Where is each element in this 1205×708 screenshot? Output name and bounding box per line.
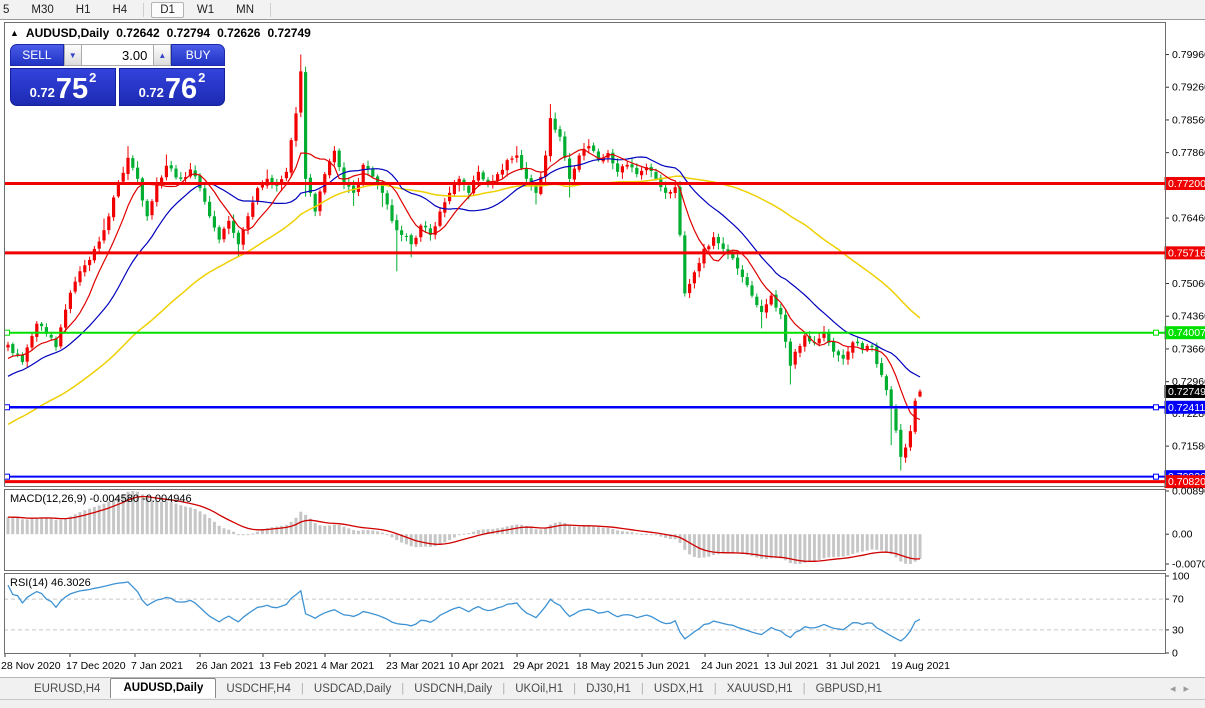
svg-text:24 Jun 2021: 24 Jun 2021 (701, 660, 759, 672)
svg-text:13 Feb 2021: 13 Feb 2021 (259, 660, 318, 672)
svg-text:28 Nov 2020: 28 Nov 2020 (1, 660, 61, 672)
volume-decrease-button[interactable]: ▼ (64, 44, 82, 66)
buy-price-box[interactable]: 0.72 76 2 (119, 68, 225, 106)
svg-text:29 Apr 2021: 29 Apr 2021 (513, 660, 570, 672)
tab-eurusd-h4[interactable]: EURUSD,H4 (24, 681, 110, 697)
svg-text:31 Jul 2021: 31 Jul 2021 (826, 660, 880, 672)
svg-text:0.72411: 0.72411 (1168, 402, 1205, 414)
svg-text:100: 100 (1172, 571, 1190, 583)
tab-ukoil-h1[interactable]: UKOil,H1 (505, 681, 573, 697)
one-click-trading-panel: SELL ▼ 3.00 ▲ BUY 0.72 75 2 0.72 76 2 (10, 44, 225, 106)
svg-text:0: 0 (1172, 648, 1178, 660)
hline-handle[interactable] (1154, 474, 1159, 479)
svg-text:19 Aug 2021: 19 Aug 2021 (891, 660, 950, 672)
svg-text:0.75716: 0.75716 (1168, 247, 1205, 259)
svg-text:0.78560: 0.78560 (1172, 114, 1205, 126)
buy-price-big: 76 (165, 76, 197, 102)
svg-text:0.74007: 0.74007 (1168, 327, 1205, 339)
svg-text:0.72749: 0.72749 (1168, 386, 1205, 398)
svg-text:13 Jul 2021: 13 Jul 2021 (764, 660, 818, 672)
svg-text:0.75060: 0.75060 (1172, 278, 1205, 290)
collapse-icon[interactable]: ▲ (10, 28, 19, 38)
svg-text:18 May 2021: 18 May 2021 (576, 660, 637, 672)
tf-button-h4[interactable]: H4 (103, 2, 136, 18)
svg-text:0.77860: 0.77860 (1172, 147, 1205, 159)
svg-text:0.73660: 0.73660 (1172, 343, 1205, 355)
symbol-period-label: AUDUSD,Daily (26, 26, 109, 40)
svg-text:0.008904: 0.008904 (1172, 486, 1205, 498)
svg-text:0.79960: 0.79960 (1172, 49, 1205, 61)
tab-usdx-h1[interactable]: USDX,H1 (644, 681, 714, 697)
tab-usdcnh-daily[interactable]: USDCNH,Daily (404, 681, 502, 697)
rsi-label: RSI(14) 46.3026 (10, 577, 91, 589)
tab-gbpusd-h1[interactable]: GBPUSD,H1 (806, 681, 892, 697)
svg-text:4 Mar 2021: 4 Mar 2021 (321, 660, 374, 672)
tf-button-h1[interactable]: H1 (67, 2, 100, 18)
chart-tab-bar: EURUSD,H4AUDUSD,DailyUSDCHF,H4|USDCAD,Da… (0, 677, 1205, 700)
hline-handle[interactable] (5, 330, 10, 335)
chart-canvas: 0.79960 0.79260 0.78560 0.77860 0.76460 0.750… (0, 20, 1205, 677)
svg-text:7 Jan 2021: 7 Jan 2021 (131, 660, 183, 672)
hline-handle[interactable] (1154, 330, 1159, 335)
svg-text:0.79260: 0.79260 (1172, 82, 1205, 94)
svg-text:0.77200: 0.77200 (1168, 178, 1205, 190)
buy-price-sup: 2 (198, 70, 205, 85)
tab-xauusd-h1[interactable]: XAUUSD,H1 (717, 681, 803, 697)
svg-text:10 Apr 2021: 10 Apr 2021 (448, 660, 505, 672)
tab-dj30-h1[interactable]: DJ30,H1 (576, 681, 641, 697)
toolbar-separator (270, 3, 271, 17)
tf-button-5[interactable]: 5 (0, 2, 18, 18)
svg-text:23 Mar 2021: 23 Mar 2021 (386, 660, 445, 672)
tf-button-w1[interactable]: W1 (188, 2, 223, 18)
tab-usdcad-daily[interactable]: USDCAD,Daily (304, 681, 401, 697)
buy-button[interactable]: BUY (171, 44, 225, 66)
svg-text:17 Dec 2020: 17 Dec 2020 (66, 660, 126, 672)
svg-text:70: 70 (1172, 594, 1184, 606)
macd-label: MACD(12,26,9) -0.004580 -0.004946 (10, 493, 192, 505)
sell-price-big: 75 (56, 76, 88, 102)
svg-text:0.76460: 0.76460 (1172, 213, 1205, 225)
chart-ohlc-header: ▲ AUDUSD,Daily 0.72642 0.72794 0.72626 0… (10, 26, 311, 40)
buy-price-small: 0.72 (139, 85, 164, 100)
hline-handle[interactable] (5, 474, 10, 479)
hline-handle[interactable] (5, 405, 10, 410)
close-value: 0.72749 (267, 26, 310, 40)
hline-handle[interactable] (1154, 405, 1159, 410)
sell-button[interactable]: SELL (10, 44, 64, 66)
svg-text:0.74360: 0.74360 (1172, 311, 1205, 323)
volume-input[interactable]: 3.00 (82, 44, 154, 66)
svg-text:0.00: 0.00 (1172, 529, 1193, 541)
tab-usdchf-h4[interactable]: USDCHF,H4 (216, 681, 301, 697)
low-value: 0.72626 (217, 26, 260, 40)
sell-price-small: 0.72 (30, 85, 55, 100)
tf-button-mn[interactable]: MN (227, 2, 263, 18)
sell-price-sup: 2 (89, 70, 96, 85)
tab-scroll-arrows[interactable]: ◂▸ (1170, 682, 1197, 695)
tab-audusd-daily[interactable]: AUDUSD,Daily (110, 678, 216, 698)
svg-text:5 Jun 2021: 5 Jun 2021 (638, 660, 690, 672)
tf-button-d1[interactable]: D1 (151, 2, 184, 18)
svg-text:0.71580: 0.71580 (1172, 441, 1205, 453)
high-value: 0.72794 (167, 26, 210, 40)
sell-price-box[interactable]: 0.72 75 2 (10, 68, 116, 106)
toolbar-separator (143, 3, 144, 17)
volume-increase-button[interactable]: ▲ (153, 44, 171, 66)
tf-button-m30[interactable]: M30 (22, 2, 62, 18)
timeframe-toolbar: 5M30 H1H4 D1W1MN (0, 0, 1205, 20)
svg-text:-0.00701: -0.00701 (1172, 559, 1205, 571)
open-value: 0.72642 (116, 26, 159, 40)
svg-text:30: 30 (1172, 624, 1184, 636)
svg-text:26 Jan 2021: 26 Jan 2021 (196, 660, 254, 672)
